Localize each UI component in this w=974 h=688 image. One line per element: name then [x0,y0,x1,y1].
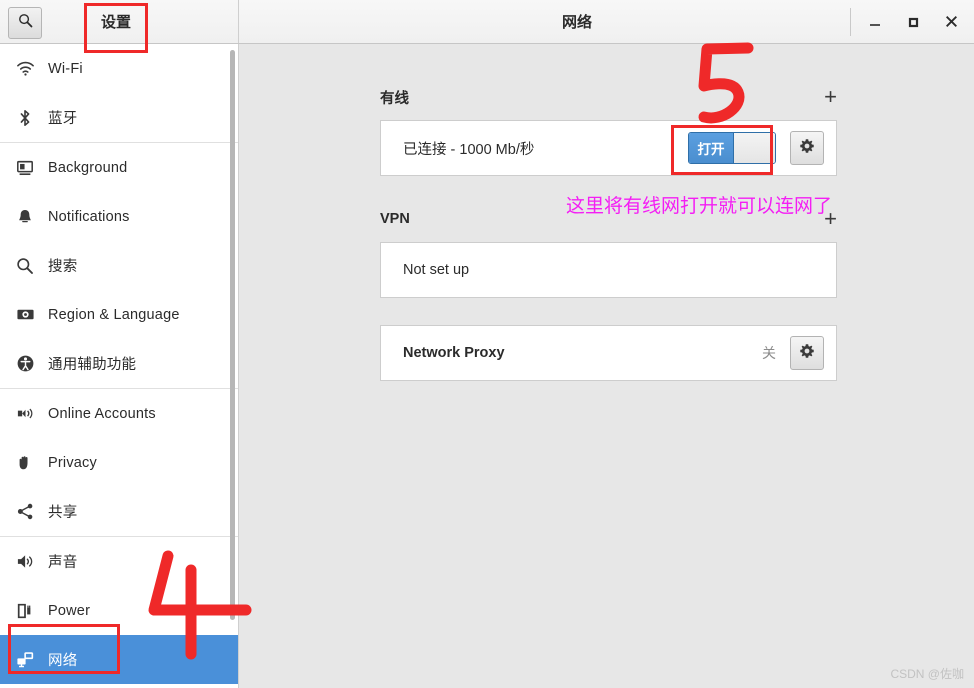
titlebar-separator [850,8,851,36]
title-bar: 设置 网络 [0,0,974,44]
sidebar-item-label: 蓝牙 [48,111,78,127]
gear-icon [799,343,815,364]
network-proxy-state: 关 [762,345,776,361]
speaker-icon [12,552,38,571]
search-icon [18,13,33,33]
wired-card: 已连接 - 1000 Mb/秒 打开 [380,120,837,176]
sidebar-item-accessibility[interactable]: 通用辅助功能 [0,339,238,388]
vpn-card[interactable]: Not set up [380,242,837,298]
title-bar-left-pane: 设置 [0,0,239,43]
sidebar-item-sharing[interactable]: 共享 [0,487,238,536]
settings-tab-label[interactable]: 设置 [85,4,147,38]
network-proxy-label: Network Proxy [403,345,505,361]
sidebar-item-label: Background [48,159,128,176]
sidebar-item-power[interactable]: Power [0,586,238,635]
sidebar-item-label: Notifications [48,208,130,225]
minimize-icon [868,15,882,29]
sidebar-item-wifi[interactable]: Wi-Fi [0,44,238,93]
power-plug-icon [12,602,38,620]
network-icon [12,650,38,669]
sidebar-item-region-language[interactable]: Region & Language [0,290,238,339]
wired-toggle-label: 打开 [689,133,733,163]
sidebar-scrollbar[interactable] [230,50,235,620]
sidebar-item-label: 网络 [48,653,78,669]
sidebar-item-online-accounts[interactable]: Online Accounts [0,389,238,438]
search-icon [12,257,38,275]
wired-toggle[interactable]: 打开 [688,132,776,164]
region-language-icon [12,305,38,324]
wired-section-title: 有线 [380,90,409,107]
close-icon [944,14,959,29]
network-proxy-controls: 关 [762,336,824,370]
vpn-section-title: VPN [380,211,410,227]
network-proxy-settings-button[interactable] [790,336,824,370]
online-accounts-icon [12,404,38,423]
wired-settings-button[interactable] [790,131,824,165]
add-wired-button[interactable]: + [824,86,837,108]
sidebar-item-label: Region & Language [48,306,180,323]
wired-section-header: 有线 + [380,86,837,108]
sidebar: Wi-Fi 蓝牙 Background Notifications 搜索 Reg… [0,44,239,688]
maximize-button[interactable] [894,0,932,43]
add-vpn-button[interactable]: + [824,208,837,230]
sidebar-item-search[interactable]: 搜索 [0,241,238,290]
sidebar-item-background[interactable]: Background [0,143,238,192]
bluetooth-icon [12,109,38,127]
sidebar-item-label: Power [48,602,91,619]
sidebar-item-label: 搜索 [48,259,78,275]
main-content: 有线 + 已连接 - 1000 Mb/秒 打开 VPN + Not set up… [240,44,974,688]
vpn-row: Not set up [381,243,836,297]
settings-window: 设置 网络 Wi-Fi 蓝牙 Background Notifications … [0,0,974,688]
accessibility-icon [12,354,38,373]
background-icon [12,159,38,177]
gear-icon [799,138,815,159]
sidebar-item-bluetooth[interactable]: 蓝牙 [0,93,238,142]
close-button[interactable] [932,0,970,43]
sidebar-item-label: 通用辅助功能 [48,357,137,373]
hand-icon [12,454,38,472]
wired-toggle-knob [733,133,775,163]
sidebar-item-network[interactable]: 网络 [0,635,238,684]
sidebar-item-label: 声音 [48,555,78,571]
sidebar-item-sound[interactable]: 声音 [0,537,238,586]
sidebar-item-label: Online Accounts [48,405,156,422]
wired-status-label: 已连接 - 1000 Mb/秒 [403,141,535,158]
vpn-status-label: Not set up [403,262,470,278]
network-proxy-card: Network Proxy 关 [380,325,837,381]
share-icon [12,502,38,521]
wired-controls: 打开 [688,131,824,165]
sidebar-item-notifications[interactable]: Notifications [0,192,238,241]
bell-icon [12,208,38,226]
sidebar-item-privacy[interactable]: Privacy [0,438,238,487]
sidebar-item-label: Wi-Fi [48,60,83,77]
page-title: 网络 [561,14,592,31]
vpn-section-header: VPN + [380,208,837,230]
search-button[interactable] [8,7,42,39]
network-proxy-row: Network Proxy 关 [381,326,836,380]
wired-row: 已连接 - 1000 Mb/秒 打开 [381,121,836,175]
window-controls [856,0,970,43]
wifi-icon [12,59,38,78]
minimize-button[interactable] [856,0,894,43]
sidebar-item-label: 共享 [48,505,78,521]
sidebar-item-label: Privacy [48,454,97,471]
maximize-icon [906,15,920,29]
